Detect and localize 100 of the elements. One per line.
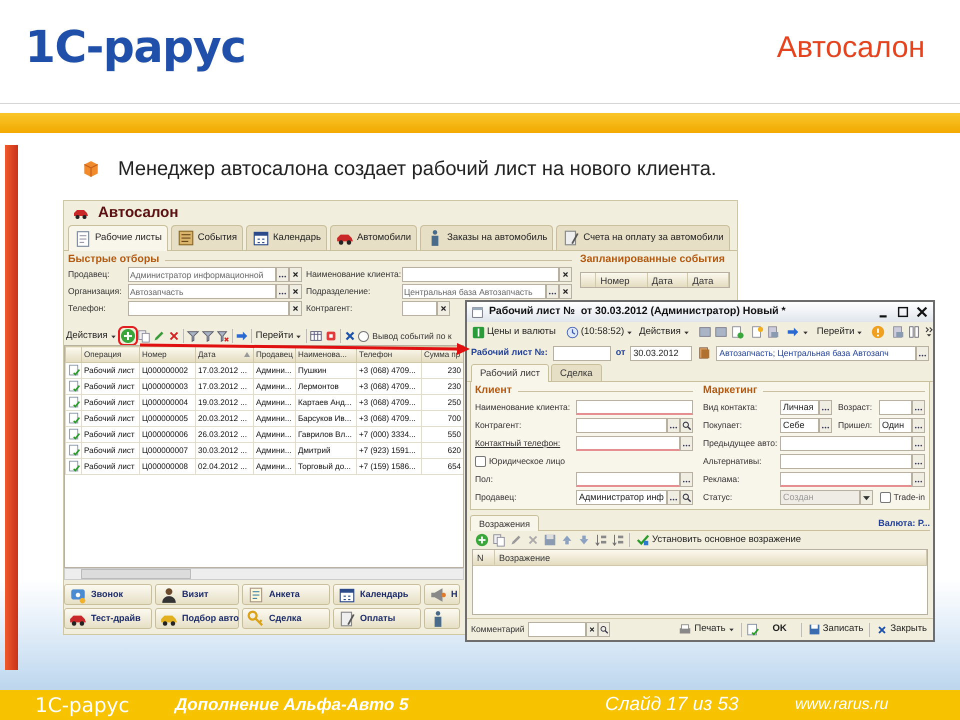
- shortcut-button[interactable]: Подбор авто: [155, 608, 239, 629]
- input-field[interactable]: [402, 301, 437, 316]
- document-icon[interactable]: [714, 325, 728, 339]
- forward-icon[interactable]: [786, 325, 800, 339]
- document-icon[interactable]: [698, 325, 712, 339]
- ellipsis-button[interactable]: [680, 472, 693, 486]
- menu-button[interactable]: Перейти: [254, 328, 304, 344]
- edit-icon[interactable]: [152, 329, 166, 343]
- input-field[interactable]: Центральная база Автозапчасть: [402, 284, 546, 299]
- prices-button[interactable]: Цены и валюты: [470, 324, 558, 340]
- input-field[interactable]: Себе: [780, 418, 819, 432]
- clear-button[interactable]: [289, 267, 302, 282]
- menu-button[interactable]: Действия: [64, 328, 119, 344]
- checkbox[interactable]: [475, 456, 486, 466]
- save-button[interactable]: Записать: [806, 622, 866, 637]
- forward-icon[interactable]: [234, 329, 249, 343]
- search-button[interactable]: [598, 622, 610, 637]
- clear-filter-icon[interactable]: [216, 329, 230, 343]
- ellipsis-button[interactable]: [276, 267, 289, 282]
- tab[interactable]: События: [170, 225, 243, 250]
- stop-icon[interactable]: [324, 329, 338, 343]
- ellipsis-button[interactable]: [912, 418, 925, 432]
- shortcut-button[interactable]: Визит: [155, 584, 239, 605]
- input-field[interactable]: [780, 436, 912, 450]
- tab[interactable]: Рабочие листы: [68, 225, 168, 251]
- ellipsis-button[interactable]: [912, 472, 925, 486]
- shortcut-button[interactable]: Анкета: [242, 584, 330, 605]
- input-field[interactable]: [576, 400, 693, 414]
- close-button[interactable]: Закрыть: [874, 622, 929, 637]
- search-button[interactable]: [680, 490, 693, 504]
- tab[interactable]: Рабочий лист: [471, 364, 549, 382]
- column-header[interactable]: Операция: [82, 346, 140, 362]
- set-main-button[interactable]: Установить основное возражение: [634, 532, 804, 548]
- shortcut-button[interactable]: Звонок: [64, 584, 152, 605]
- add-icon[interactable]: [475, 533, 489, 547]
- tab[interactable]: Сделка: [550, 364, 602, 381]
- print-button[interactable]: Печать: [676, 622, 737, 637]
- shortcut-button[interactable]: [424, 608, 460, 629]
- input-field[interactable]: Один: [879, 418, 912, 432]
- input-field[interactable]: [780, 472, 912, 486]
- scrollbar[interactable]: [64, 568, 464, 580]
- sort-icon[interactable]: [611, 533, 625, 547]
- save-icon[interactable]: [543, 533, 557, 547]
- input-field[interactable]: [528, 622, 586, 637]
- menu-button[interactable]: Перейти: [814, 324, 866, 340]
- clear-button[interactable]: [559, 284, 572, 299]
- input-field[interactable]: [402, 267, 559, 282]
- ellipsis-button[interactable]: [912, 454, 925, 468]
- input-field[interactable]: [576, 436, 680, 450]
- ok-button[interactable]: OK: [762, 622, 797, 637]
- ellipsis-button[interactable]: [916, 346, 929, 360]
- input-field[interactable]: [780, 454, 912, 468]
- input-field[interactable]: [879, 400, 912, 414]
- input-field[interactable]: [576, 418, 667, 432]
- more-icon[interactable]: [923, 325, 936, 339]
- copy-icon[interactable]: [136, 329, 151, 343]
- radio-button[interactable]: [358, 330, 370, 342]
- document-icon[interactable]: [766, 325, 780, 339]
- menu-button[interactable]: Действия: [637, 324, 692, 340]
- clear-button[interactable]: [559, 267, 572, 282]
- input-field[interactable]: [128, 301, 289, 316]
- search-button[interactable]: [680, 418, 693, 432]
- input-field[interactable]: Администратор информационной: [128, 267, 276, 282]
- shortcut-button[interactable]: Календарь: [333, 584, 421, 605]
- input-field[interactable]: Автозапчасть: [128, 284, 276, 299]
- tab[interactable]: Автомобили: [330, 225, 418, 250]
- clear-button[interactable]: [586, 622, 598, 637]
- shortcut-button[interactable]: Тест-драйв: [64, 608, 152, 629]
- time-button[interactable]: (10:58:52): [564, 324, 636, 340]
- grid-icon[interactable]: [309, 329, 324, 343]
- shortcut-button[interactable]: Оплаты: [333, 608, 421, 629]
- input-field[interactable]: [552, 346, 611, 360]
- input-field[interactable]: Автозапчасть; Центральная база Автозапч: [716, 346, 916, 360]
- columns-icon[interactable]: [907, 325, 922, 339]
- clear-button[interactable]: [289, 284, 302, 299]
- ellipsis-button[interactable]: [667, 418, 680, 432]
- document-icon[interactable]: [891, 325, 906, 339]
- copy-icon[interactable]: [492, 533, 506, 547]
- filter-icon[interactable]: [186, 329, 200, 343]
- add-document-icon[interactable]: [730, 325, 744, 339]
- filter-icon[interactable]: [200, 329, 215, 343]
- shortcut-button[interactable]: Сделка: [242, 608, 330, 629]
- tab[interactable]: Возражения: [470, 514, 539, 531]
- edit-icon[interactable]: [509, 533, 523, 547]
- ellipsis-button[interactable]: [667, 490, 680, 504]
- add-icon[interactable]: [120, 328, 136, 344]
- date-field[interactable]: 30.03.2012: [630, 346, 692, 360]
- maximize-icon[interactable]: [896, 305, 910, 319]
- tab[interactable]: Счета на оплату за автомобили: [556, 225, 730, 250]
- ellipsis-button[interactable]: [819, 418, 832, 432]
- clear-button[interactable]: [289, 301, 302, 316]
- input-field[interactable]: Администратор инф: [576, 490, 667, 504]
- ellipsis-button[interactable]: [912, 400, 925, 414]
- ellipsis-button[interactable]: [546, 284, 559, 299]
- document-icon[interactable]: [750, 325, 764, 339]
- ellipsis-button[interactable]: [912, 436, 925, 450]
- sort-icon[interactable]: [594, 533, 608, 547]
- column-header[interactable]: Дата: [196, 346, 254, 362]
- tab[interactable]: Заказы на автомобиль: [420, 225, 554, 250]
- ellipsis-button[interactable]: [819, 400, 832, 414]
